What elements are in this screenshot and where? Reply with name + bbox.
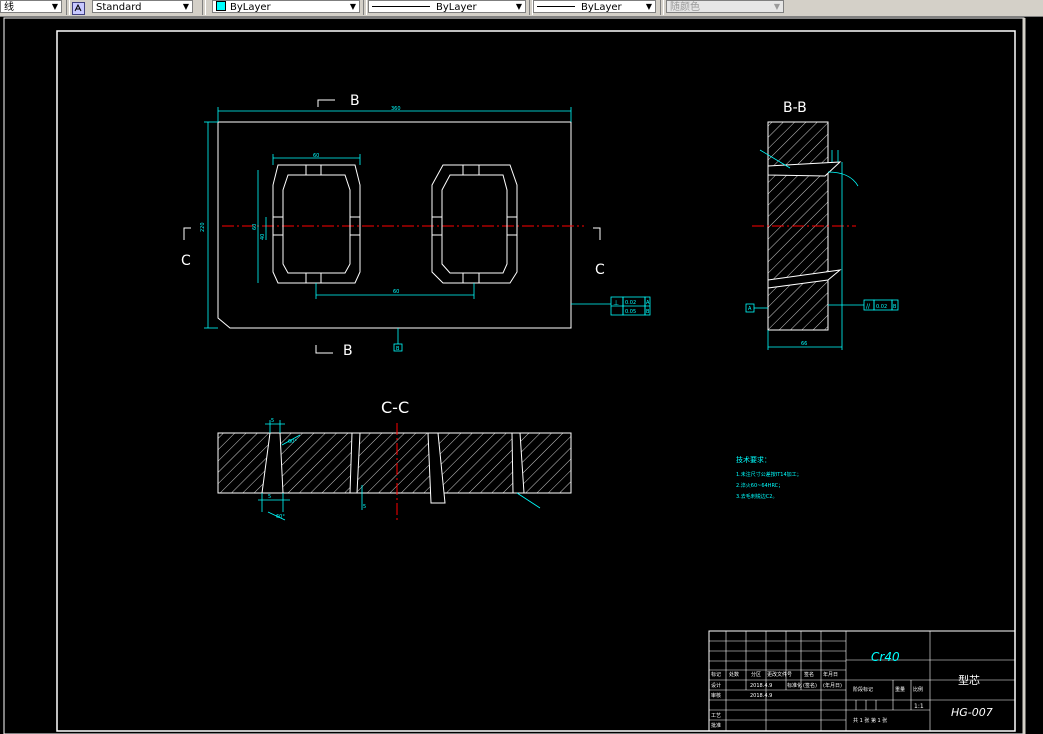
- section-bb-title: B-B: [783, 100, 807, 116]
- dim-height: 220: [200, 222, 206, 232]
- svg-text:5: 5: [271, 418, 274, 424]
- section-c-left: C: [181, 253, 191, 269]
- section-c-right: C: [595, 262, 605, 278]
- tb-date: (年月日): [823, 682, 842, 689]
- section-cc-view: C-C 5 60° 5 60° 5: [217, 398, 572, 521]
- svg-text:5: 5: [363, 504, 366, 510]
- sheet-border-outer: [3, 17, 1025, 734]
- tol-flat: 0.02: [625, 300, 636, 306]
- tb-label-sign: 签名: [804, 671, 814, 678]
- tb-label-zone: 分区: [751, 671, 761, 678]
- tech-note-1: 1.未注尺寸公差按IT14加工；: [736, 471, 802, 478]
- tb-stage: 阶段标记: [853, 686, 873, 693]
- tb-label-mark: 标记: [711, 671, 721, 678]
- tb-process: 工艺: [711, 713, 721, 719]
- tech-note-2: 2.淬火60~64HRC；: [736, 482, 783, 489]
- title-block: 标记 处数 分区 更改文件号 签名 年月日 设计 2018.4.9 标准化 (签…: [708, 630, 1016, 732]
- section-b-top: B: [350, 93, 360, 109]
- top-view: 360 220 60 60 60 40 ⊥ 0.02 A 0.05 B B B …: [181, 93, 651, 359]
- sheet-border-inner: [56, 30, 1016, 732]
- tb-review: 审核: [711, 692, 721, 699]
- svg-text:⊥: ⊥: [613, 299, 619, 307]
- tb-standard: 标准化: [787, 682, 802, 689]
- tb-review-date: 2018.4.9: [750, 693, 772, 699]
- tb-sign: (签名): [803, 682, 817, 689]
- bb-tol: 0.02: [876, 304, 887, 310]
- tb-sheet-info: 共 1 张 第 1 张: [853, 717, 887, 724]
- tb-design-date: 2018.4.9: [750, 683, 772, 689]
- tol-perp-ref: B: [646, 309, 650, 315]
- tol-flat-ref: A: [646, 300, 650, 306]
- tech-notes-heading: 技术要求：: [736, 455, 771, 464]
- tb-ratio: 比例: [913, 686, 923, 693]
- dim-inner-h: 60: [252, 224, 258, 230]
- tb-drawing-no: HG-007: [951, 706, 993, 719]
- tol-perp: 0.05: [625, 309, 636, 315]
- svg-text:60°: 60°: [276, 514, 285, 520]
- svg-text:60°: 60°: [288, 439, 297, 445]
- tb-design: 设计: [711, 682, 721, 689]
- tb-material: Cr40: [871, 650, 900, 664]
- bb-datum: A: [748, 306, 752, 312]
- svg-text:5: 5: [268, 494, 271, 500]
- tb-label-date: 年月日: [823, 671, 838, 678]
- window-left: [272, 164, 361, 284]
- bb-dim-width: 66: [801, 341, 807, 347]
- datum-b: B: [396, 346, 400, 352]
- dim-width: 360: [391, 106, 401, 112]
- bb-tol-ref: B: [893, 304, 897, 310]
- dim-spacing: 60: [393, 289, 399, 295]
- section-bb-view: B-B 66 // 0.02 B A: [745, 100, 899, 350]
- tb-approve: 批准: [711, 722, 721, 729]
- tb-scale: 1:1: [914, 703, 924, 710]
- top-dimensions: [204, 107, 651, 352]
- dim-window: 60: [313, 153, 319, 159]
- tb-label-change: 更改文件号: [767, 671, 792, 678]
- drawing-canvas[interactable]: 360 220 60 60 60 40 ⊥ 0.02 A 0.05 B B B …: [0, 0, 1043, 734]
- tech-notes: 技术要求： 1.未注尺寸公差按IT14加工； 2.淬火60~64HRC； 3.去…: [736, 455, 802, 500]
- svg-text://: //: [866, 303, 871, 310]
- dim-small: 40: [260, 234, 266, 240]
- tb-weight: 重量: [895, 686, 905, 693]
- tb-label-count: 处数: [729, 671, 739, 678]
- tb-part-name: 型芯: [958, 673, 980, 687]
- section-b-bottom: B: [343, 343, 353, 359]
- section-cc-title: C-C: [381, 398, 409, 417]
- tech-note-3: 3.去毛刺锐边C2。: [736, 493, 777, 500]
- window-right: [431, 164, 518, 284]
